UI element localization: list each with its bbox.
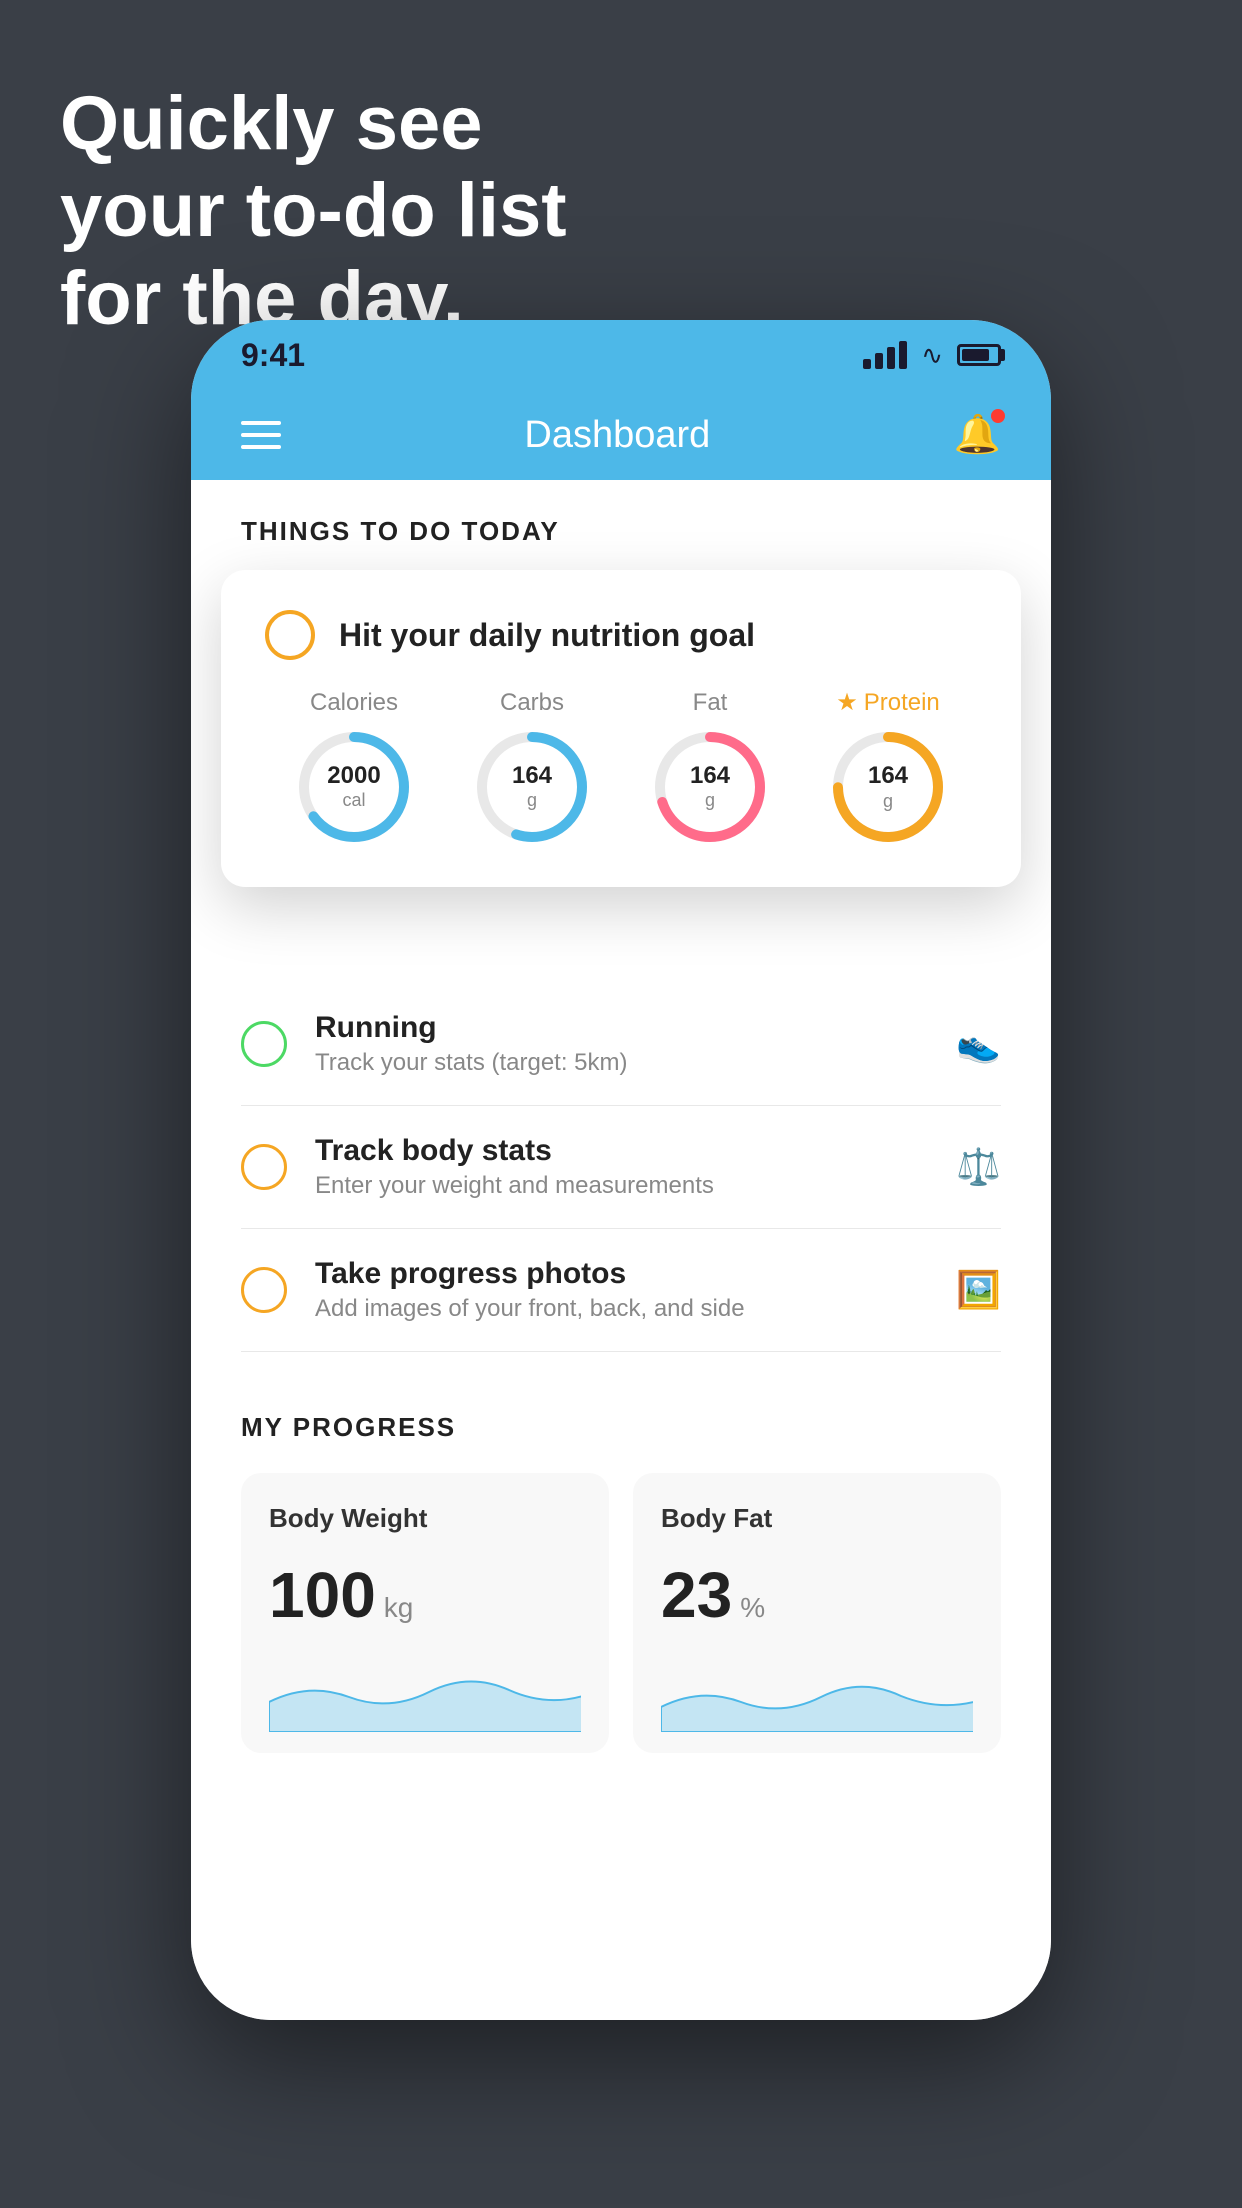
protein-label-row: ★ Protein	[836, 688, 940, 717]
nutrition-fat: Fat 164 g	[650, 689, 770, 847]
calories-label: Calories	[310, 689, 398, 717]
card-title: Hit your daily nutrition goal	[339, 617, 755, 654]
fat-value: 164	[690, 761, 730, 790]
carbs-unit: g	[512, 790, 552, 812]
signal-icon	[863, 341, 907, 369]
notification-dot	[991, 409, 1005, 423]
protein-label: Protein	[864, 689, 940, 717]
phone-frame: 9:41 ∿ Dashboard 🔔 THINGS TO DO TODAY	[191, 320, 1051, 2020]
hamburger-menu[interactable]	[241, 421, 281, 449]
nav-title: Dashboard	[524, 414, 710, 457]
app-content: THINGS TO DO TODAY Hit your daily nutrit…	[191, 480, 1051, 2020]
progress-section: MY PROGRESS Body Weight 100 kg Body	[191, 1412, 1051, 1753]
body-fat-value-row: 23 %	[661, 1558, 973, 1632]
todo-item-photos[interactable]: Take progress photos Add images of your …	[241, 1229, 1001, 1352]
star-icon: ★	[836, 688, 858, 717]
nav-bar: Dashboard 🔔	[191, 390, 1051, 480]
todo-title-running: Running	[315, 1011, 956, 1045]
carbs-label: Carbs	[500, 689, 564, 717]
todo-item-body-stats[interactable]: Track body stats Enter your weight and m…	[241, 1106, 1001, 1229]
body-fat-card[interactable]: Body Fat 23 %	[633, 1473, 1001, 1753]
battery-icon	[957, 344, 1001, 366]
progress-header: MY PROGRESS	[241, 1412, 1001, 1443]
progress-cards: Body Weight 100 kg Body Fat 23	[241, 1473, 1001, 1753]
todo-subtitle-photos: Add images of your front, back, and side	[315, 1295, 956, 1323]
nutrition-card: Hit your daily nutrition goal Calories 2…	[221, 570, 1021, 887]
body-fat-num: 23	[661, 1558, 732, 1632]
scale-icon: ⚖️	[956, 1146, 1001, 1188]
section-header: THINGS TO DO TODAY	[191, 480, 1051, 563]
calories-value: 2000	[327, 761, 380, 790]
nutrition-row: Calories 2000 cal Carbs	[265, 688, 977, 847]
todo-content-body-stats: Track body stats Enter your weight and m…	[315, 1134, 956, 1200]
body-weight-value-row: 100 kg	[269, 1558, 581, 1632]
todo-title-body-stats: Track body stats	[315, 1134, 956, 1168]
body-weight-wave	[269, 1652, 581, 1732]
todo-title-photos: Take progress photos	[315, 1257, 956, 1291]
body-fat-wave	[661, 1652, 973, 1732]
nutrition-protein: ★ Protein 164 g	[828, 688, 948, 847]
status-icons: ∿	[863, 340, 1001, 371]
todo-circle-photos	[241, 1267, 287, 1313]
nutrition-calories: Calories 2000 cal	[294, 689, 414, 847]
status-bar: 9:41 ∿	[191, 320, 1051, 390]
nutrition-carbs: Carbs 164 g	[472, 689, 592, 847]
carbs-ring: 164 g	[472, 727, 592, 847]
carbs-value: 164	[512, 761, 552, 790]
photo-icon: 🖼️	[956, 1269, 1001, 1311]
body-weight-num: 100	[269, 1558, 376, 1632]
body-fat-unit: %	[740, 1592, 765, 1624]
todo-item-running[interactable]: Running Track your stats (target: 5km) 👟	[241, 983, 1001, 1106]
calories-ring: 2000 cal	[294, 727, 414, 847]
body-weight-card[interactable]: Body Weight 100 kg	[241, 1473, 609, 1753]
todo-subtitle-body-stats: Enter your weight and measurements	[315, 1172, 956, 1200]
protein-unit: g	[868, 791, 908, 813]
wifi-icon: ∿	[921, 340, 943, 371]
hero-text: Quickly see your to-do list for the day.	[60, 80, 567, 342]
calories-unit: cal	[327, 790, 380, 812]
todo-content-photos: Take progress photos Add images of your …	[315, 1257, 956, 1323]
todo-circle-body-stats	[241, 1144, 287, 1190]
todo-content-running: Running Track your stats (target: 5km)	[315, 1011, 956, 1077]
body-weight-title: Body Weight	[269, 1503, 581, 1534]
running-icon: 👟	[956, 1023, 1001, 1065]
card-title-row: Hit your daily nutrition goal	[265, 610, 977, 660]
task-circle[interactable]	[265, 610, 315, 660]
protein-value: 164	[868, 762, 908, 791]
todo-subtitle-running: Track your stats (target: 5km)	[315, 1049, 956, 1077]
body-weight-unit: kg	[384, 1592, 414, 1624]
status-time: 9:41	[241, 337, 305, 374]
fat-ring: 164 g	[650, 727, 770, 847]
fat-label: Fat	[693, 689, 728, 717]
fat-unit: g	[690, 790, 730, 812]
todo-circle-running	[241, 1021, 287, 1067]
notification-bell[interactable]: 🔔	[954, 413, 1001, 457]
protein-ring: 164 g	[828, 727, 948, 847]
todo-list: Running Track your stats (target: 5km) 👟…	[191, 983, 1051, 1352]
body-fat-title: Body Fat	[661, 1503, 973, 1534]
